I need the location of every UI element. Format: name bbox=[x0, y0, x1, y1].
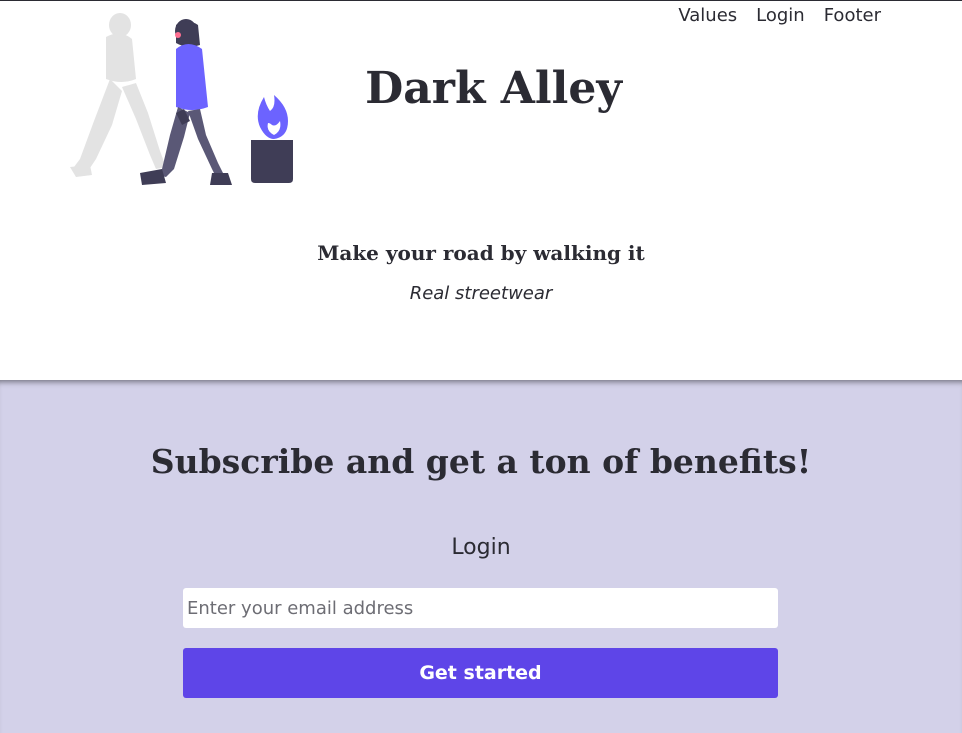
page: Values Login Footer Dark Alley Make your… bbox=[0, 0, 962, 733]
top-nav: Values Login Footer bbox=[678, 5, 881, 26]
nav-link-footer[interactable]: Footer bbox=[824, 5, 881, 26]
nav-link-login[interactable]: Login bbox=[756, 5, 805, 26]
subscribe-section: Subscribe and get a ton of benefits! Log… bbox=[0, 380, 962, 733]
get-started-button[interactable]: Get started bbox=[183, 648, 778, 698]
subscribe-heading: Subscribe and get a ton of benefits! bbox=[150, 442, 812, 481]
login-label: Login bbox=[451, 535, 511, 560]
hero-subtagline: Real streetwear bbox=[409, 283, 553, 304]
nav-link-values[interactable]: Values bbox=[678, 5, 737, 26]
site-title: Dark Alley bbox=[365, 63, 622, 114]
email-input[interactable] bbox=[183, 588, 778, 628]
hero-tagline: Make your road by walking it bbox=[317, 241, 645, 265]
